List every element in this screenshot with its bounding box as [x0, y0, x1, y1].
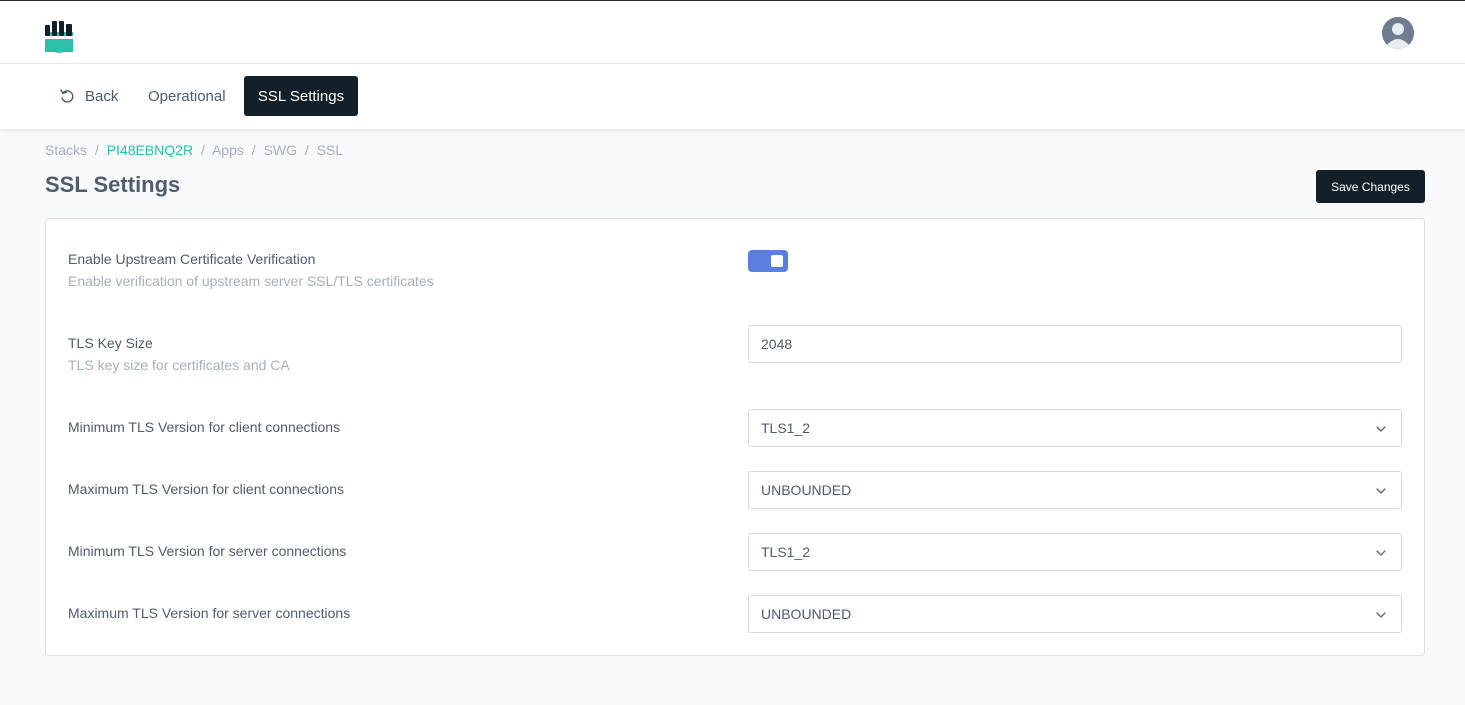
breadcrumb-apps[interactable]: Apps	[212, 142, 244, 158]
max-tls-client-select[interactable]: UNBOUNDED	[748, 471, 1402, 509]
back-button[interactable]: Back	[44, 76, 133, 116]
breadcrumb: Stacks / PI48EBNQ2R / Apps / SWG / SSL	[45, 142, 343, 158]
breadcrumb-stack-id[interactable]: PI48EBNQ2R	[107, 142, 193, 158]
breadcrumb-separator: /	[200, 142, 205, 158]
save-changes-button[interactable]: Save Changes	[1316, 170, 1425, 203]
max-tls-server-select[interactable]: UNBOUNDED	[748, 595, 1402, 633]
breadcrumb-swg[interactable]: SWG	[264, 142, 297, 158]
min-tls-client-value: TLS1_2	[761, 420, 811, 436]
breadcrumb-separator: /	[251, 142, 256, 158]
breadcrumb-ssl: SSL	[316, 142, 344, 158]
top-bar	[0, 0, 1465, 64]
chevron-down-icon	[1376, 550, 1386, 556]
breadcrumb-stacks[interactable]: Stacks	[45, 142, 87, 158]
upstream-verification-toggle[interactable]	[748, 250, 788, 272]
max-tls-client-value: UNBOUNDED	[761, 482, 852, 498]
tab-ssl-settings[interactable]: SSL Settings	[244, 76, 358, 116]
breadcrumb-separator: /	[94, 142, 99, 158]
min-tls-client-label: Minimum TLS Version for client connectio…	[68, 419, 341, 435]
min-tls-client-select[interactable]: TLS1_2	[748, 409, 1402, 447]
min-tls-server-value: TLS1_2	[761, 544, 811, 560]
min-tls-server-select[interactable]: TLS1_2	[748, 533, 1402, 571]
chevron-down-icon	[1376, 612, 1386, 618]
max-tls-server-label: Maximum TLS Version for server connectio…	[68, 605, 351, 621]
toggle-knob	[771, 255, 783, 267]
chevron-down-icon	[1376, 488, 1386, 494]
back-label: Back	[85, 87, 119, 105]
undo-arrow-icon	[60, 89, 74, 103]
tab-ssl-settings-label: SSL Settings	[257, 87, 345, 105]
shield-logo-icon[interactable]	[44, 20, 74, 53]
chevron-down-icon	[1376, 426, 1386, 432]
user-avatar-icon[interactable]	[1382, 17, 1414, 49]
ssl-settings-card: Enable Upstream Certificate Verification…	[45, 218, 1425, 656]
upstream-verification-description: Enable verification of upstream server S…	[68, 273, 434, 289]
tls-key-size-value: 2048	[761, 336, 793, 352]
tab-operational-label: Operational	[148, 87, 226, 105]
page-title: SSL Settings	[45, 172, 181, 197]
tls-key-size-label: TLS Key Size	[68, 335, 153, 351]
max-tls-server-value: UNBOUNDED	[761, 606, 852, 622]
tab-operational[interactable]: Operational	[133, 76, 241, 116]
max-tls-client-label: Maximum TLS Version for client connectio…	[68, 481, 344, 497]
sub-nav: Back Operational SSL Settings	[0, 64, 1465, 129]
min-tls-server-label: Minimum TLS Version for server connectio…	[68, 543, 347, 559]
upstream-verification-label: Enable Upstream Certificate Verification	[68, 251, 316, 267]
tls-key-size-input[interactable]: 2048	[748, 325, 1402, 363]
tls-key-size-description: TLS key size for certificates and CA	[68, 357, 290, 373]
breadcrumb-separator: /	[304, 142, 309, 158]
